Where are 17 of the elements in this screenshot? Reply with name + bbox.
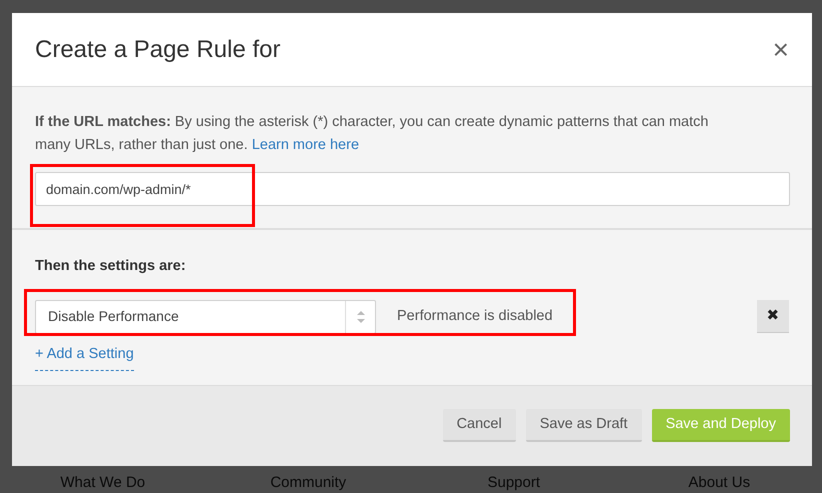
setting-select[interactable]: Disable Performance [35,300,376,334]
add-setting-link[interactable]: + Add a Setting [35,344,134,370]
sort-arrows-icon [356,310,364,323]
settings-heading: Then the settings are: [35,257,187,276]
footer-link[interactable]: What We Do [60,468,146,493]
learn-more-link[interactable]: Learn more here [252,137,360,153]
url-field[interactable]: domain.com/wp-admin/* [35,172,790,206]
setting-description: Performance is disabled [397,306,553,326]
dialog-title: Create a Page Rule for [35,34,280,64]
footer-link[interactable]: Support [487,468,540,493]
footer-link[interactable]: Community [270,468,346,493]
remove-setting-button[interactable]: ✖ [757,300,789,334]
dialog-button[interactable]: Cancel [442,409,516,442]
close-button[interactable]: × [772,36,789,64]
dialog-button[interactable]: Save as Draft [526,409,642,442]
url-instructions: If the URL matches: By using the asterisk (*) character, you can create dynamic patterns that can match many URLs, rather than just one. Learn more here [35,113,710,155]
footer-link[interactable]: About Us [688,468,750,493]
